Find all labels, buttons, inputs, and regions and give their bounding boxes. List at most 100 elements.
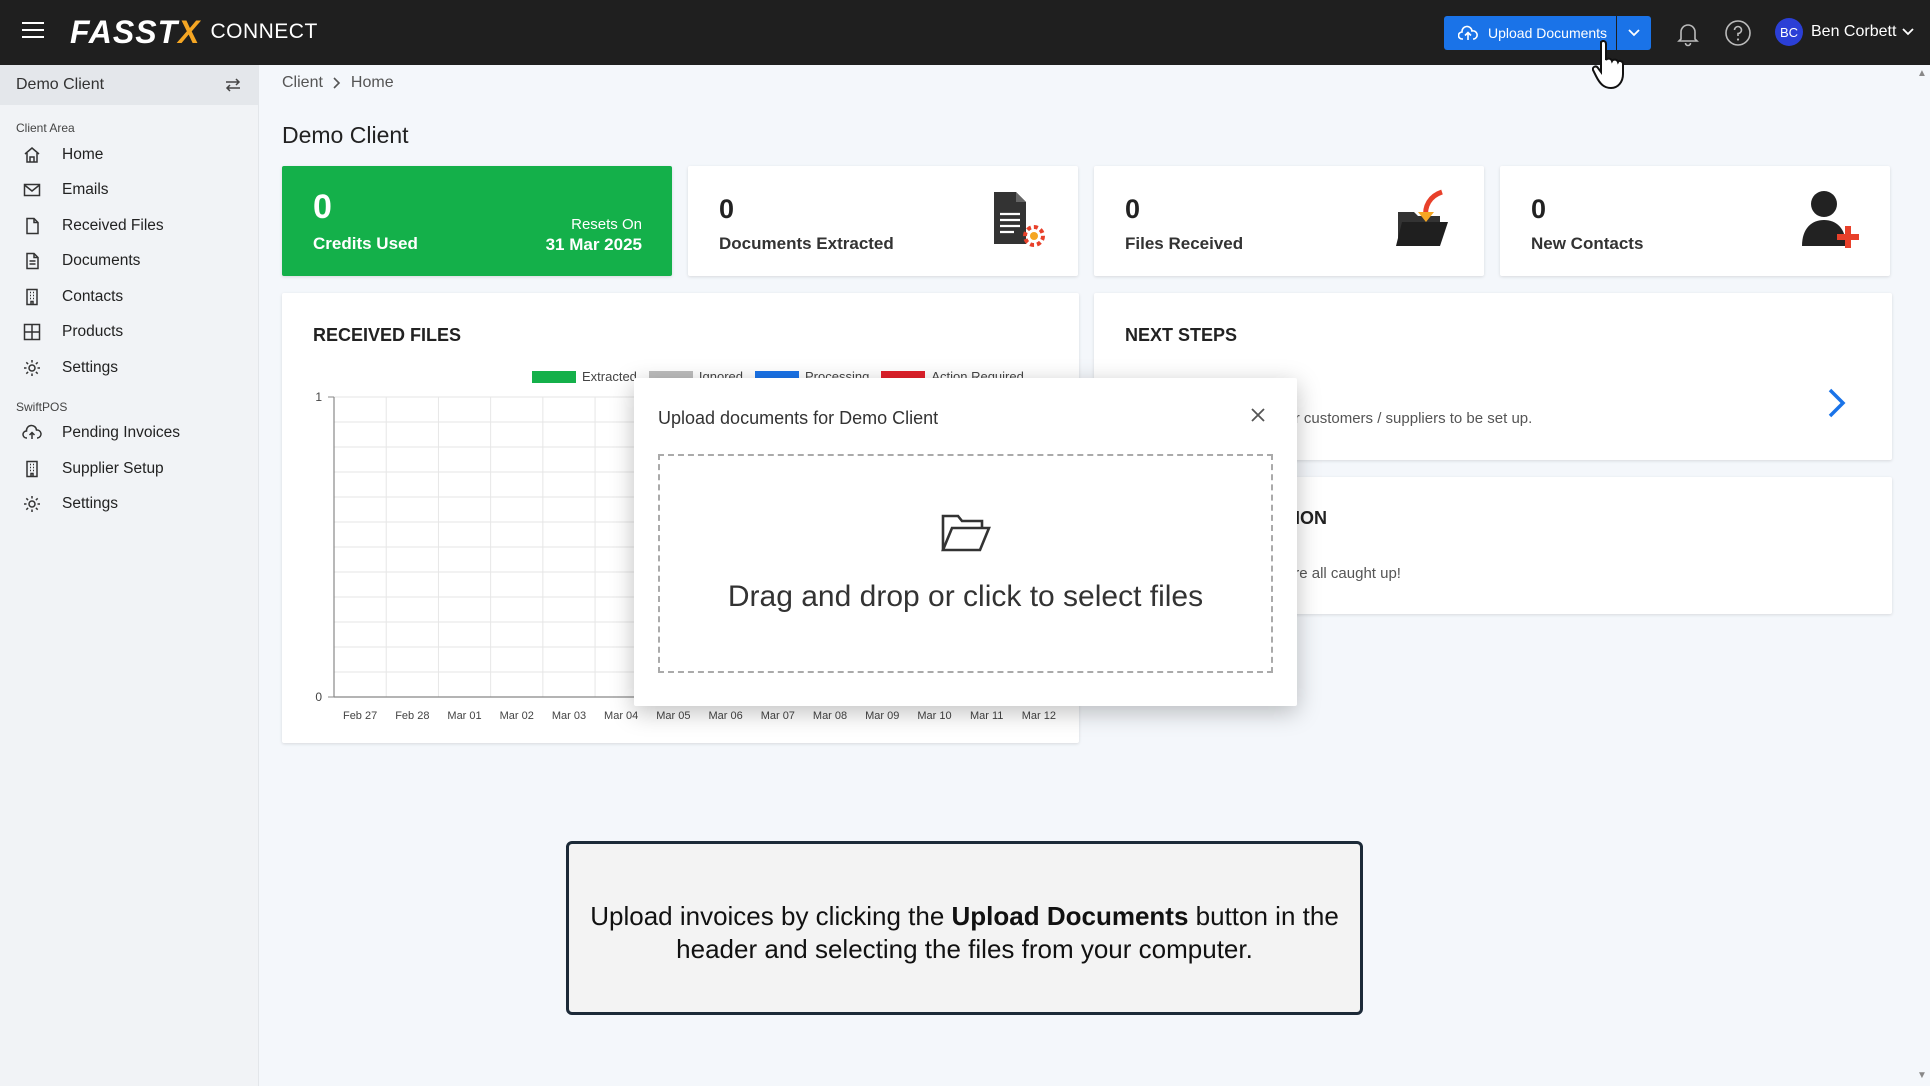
sidebar-item-home[interactable]: Home xyxy=(0,137,258,173)
avatar: BC xyxy=(1775,18,1803,46)
files-received-value: 0 xyxy=(1125,194,1141,224)
breadcrumb-client-link[interactable]: Client xyxy=(282,74,323,92)
x-tick-label: Mar 08 xyxy=(813,710,847,722)
sidebar-item-label: Emails xyxy=(62,181,109,199)
documents-extracted-card[interactable]: 0 Documents Extracted xyxy=(688,166,1078,276)
sidebar-item-products[interactable]: Products xyxy=(0,315,258,351)
x-tick-label: Mar 09 xyxy=(865,710,899,722)
new-contacts-value: 0 xyxy=(1531,194,1547,224)
sidebar-item-documents[interactable]: Documents xyxy=(0,244,258,280)
new-contacts-label: New Contacts xyxy=(1531,234,1644,253)
x-tick-label: Mar 10 xyxy=(917,710,951,722)
credits-used-card: 0 Credits Used Resets On 31 Mar 2025 xyxy=(282,166,672,276)
x-tick-label: Mar 01 xyxy=(447,710,481,722)
app-logo[interactable]: FASSTX CONNECT xyxy=(70,13,318,51)
sidebar-item-supplier-setup[interactable]: Supplier Setup xyxy=(0,451,258,487)
sidebar-item-swiftpos-settings[interactable]: Settings xyxy=(0,487,258,523)
sidebar-item-pending-invoices[interactable]: Pending Invoices xyxy=(0,416,258,452)
next-step-row-description: n your customers / suppliers to be set u… xyxy=(1258,410,1533,427)
gear-icon xyxy=(24,496,40,513)
sidebar-item-settings[interactable]: Settings xyxy=(0,350,258,386)
document-gear-icon xyxy=(994,192,1045,247)
gear-icon xyxy=(24,359,40,376)
folder-open-icon xyxy=(941,514,991,552)
new-contacts-card[interactable]: 0 New Contacts xyxy=(1500,166,1890,276)
user-name: Ben Corbett xyxy=(1811,23,1897,40)
chevron-right-icon[interactable] xyxy=(1826,386,1848,420)
menu-icon[interactable] xyxy=(22,22,44,40)
resets-on-date: 31 Mar 2025 xyxy=(545,235,642,254)
user-menu[interactable]: BC Ben Corbett xyxy=(1775,18,1915,46)
x-tick-label: Mar 12 xyxy=(1022,710,1056,722)
sidebar-item-label: Settings xyxy=(62,495,119,513)
client-switcher[interactable]: Demo Client xyxy=(0,65,258,105)
x-tick-label: Mar 05 xyxy=(656,710,690,722)
swap-icon[interactable] xyxy=(224,77,242,93)
document-icon xyxy=(26,253,39,270)
client-name: Demo Client xyxy=(16,76,105,93)
breadcrumb-current: Home xyxy=(350,74,394,91)
building-icon xyxy=(26,460,38,477)
home-icon xyxy=(24,146,40,163)
sidebar-item-label: Pending Invoices xyxy=(62,424,181,442)
chevron-down-icon xyxy=(1628,29,1640,37)
add-contact-icon xyxy=(1802,191,1859,248)
section-label-client-area: Client Area xyxy=(16,121,75,135)
x-tick-label: Feb 27 xyxy=(343,710,377,722)
y-tick-label: 1 xyxy=(315,390,322,404)
help-icon[interactable] xyxy=(1723,18,1753,48)
logo-wordmark: FASSTX xyxy=(70,13,201,50)
x-tick-label: Mar 11 xyxy=(970,710,1003,722)
x-tick-label: Feb 28 xyxy=(395,710,429,722)
x-tick-label: Mar 06 xyxy=(708,710,742,722)
resets-on: Resets On 31 Mar 2025 xyxy=(546,216,642,255)
sidebar-item-label: Supplier Setup xyxy=(62,459,164,477)
bell-icon[interactable] xyxy=(1673,18,1703,48)
cloud-upload-icon xyxy=(22,424,42,440)
folder-arrow-icon xyxy=(1396,189,1448,246)
sidebar: Demo Client Client Area Home Emails Rece… xyxy=(0,65,259,1086)
top-header: FASSTX CONNECT Upload Documents BC Ben C… xyxy=(0,0,1930,65)
modal-title: Upload documents for Demo Client xyxy=(658,408,939,428)
sidebar-item-label: Products xyxy=(62,323,124,341)
tutorial-callout: Upload invoices by clicking the Upload D… xyxy=(566,841,1363,1015)
next-steps-title: NEXT STEPS xyxy=(1125,325,1238,345)
hand-cursor-icon xyxy=(1592,40,1624,90)
files-received-label: Files Received xyxy=(1125,234,1244,253)
x-tick-label: Mar 07 xyxy=(761,710,795,722)
credits-used-value: 0 xyxy=(313,188,332,226)
upload-modal: Upload documents for Demo Client Drag an… xyxy=(634,378,1297,706)
sidebar-item-label: Home xyxy=(62,145,104,163)
scroll-up-icon[interactable]: ▲ xyxy=(1916,68,1928,79)
resets-on-label: Resets On xyxy=(571,216,642,233)
y-tick-label: 0 xyxy=(315,690,322,704)
sidebar-item-contacts[interactable]: Contacts xyxy=(0,279,258,315)
sidebar-item-label: Documents xyxy=(62,252,141,270)
grid-icon xyxy=(23,324,41,341)
logo-connect-text: CONNECT xyxy=(210,20,318,43)
sidebar-item-label: Received Files xyxy=(62,216,164,234)
sidebar-item-emails[interactable]: Emails xyxy=(0,173,258,209)
credits-used-label: Credits Used xyxy=(313,234,418,253)
close-icon[interactable] xyxy=(1247,404,1269,426)
mail-icon xyxy=(23,184,41,197)
file-dropzone[interactable]: Drag and drop or click to select files xyxy=(658,454,1273,673)
documents-extracted-value: 0 xyxy=(719,194,735,224)
cloud-upload-icon xyxy=(1458,25,1478,40)
sidebar-item-label: Contacts xyxy=(62,287,124,305)
breadcrumb: Client Home xyxy=(282,74,394,92)
dropzone-text: Drag and drop or click to select files xyxy=(727,580,1204,613)
callout-text: Upload invoices by clicking the Upload D… xyxy=(590,901,1339,964)
sidebar-item-received-files[interactable]: Received Files xyxy=(0,208,258,244)
chevron-down-icon xyxy=(1902,28,1915,36)
building-icon xyxy=(26,288,38,305)
scroll-down-icon[interactable]: ▼ xyxy=(1916,1070,1928,1081)
x-tick-label: Mar 04 xyxy=(604,710,638,722)
documents-extracted-label: Documents Extracted xyxy=(719,234,894,253)
section-label-swiftpos: SwiftPOS xyxy=(16,399,68,414)
file-icon xyxy=(26,217,39,234)
upload-documents-button[interactable]: Upload Documents xyxy=(1444,16,1616,50)
x-tick-label: Mar 03 xyxy=(552,710,586,722)
files-received-card[interactable]: 0 Files Received xyxy=(1094,166,1484,276)
chevron-right-icon xyxy=(333,77,341,89)
